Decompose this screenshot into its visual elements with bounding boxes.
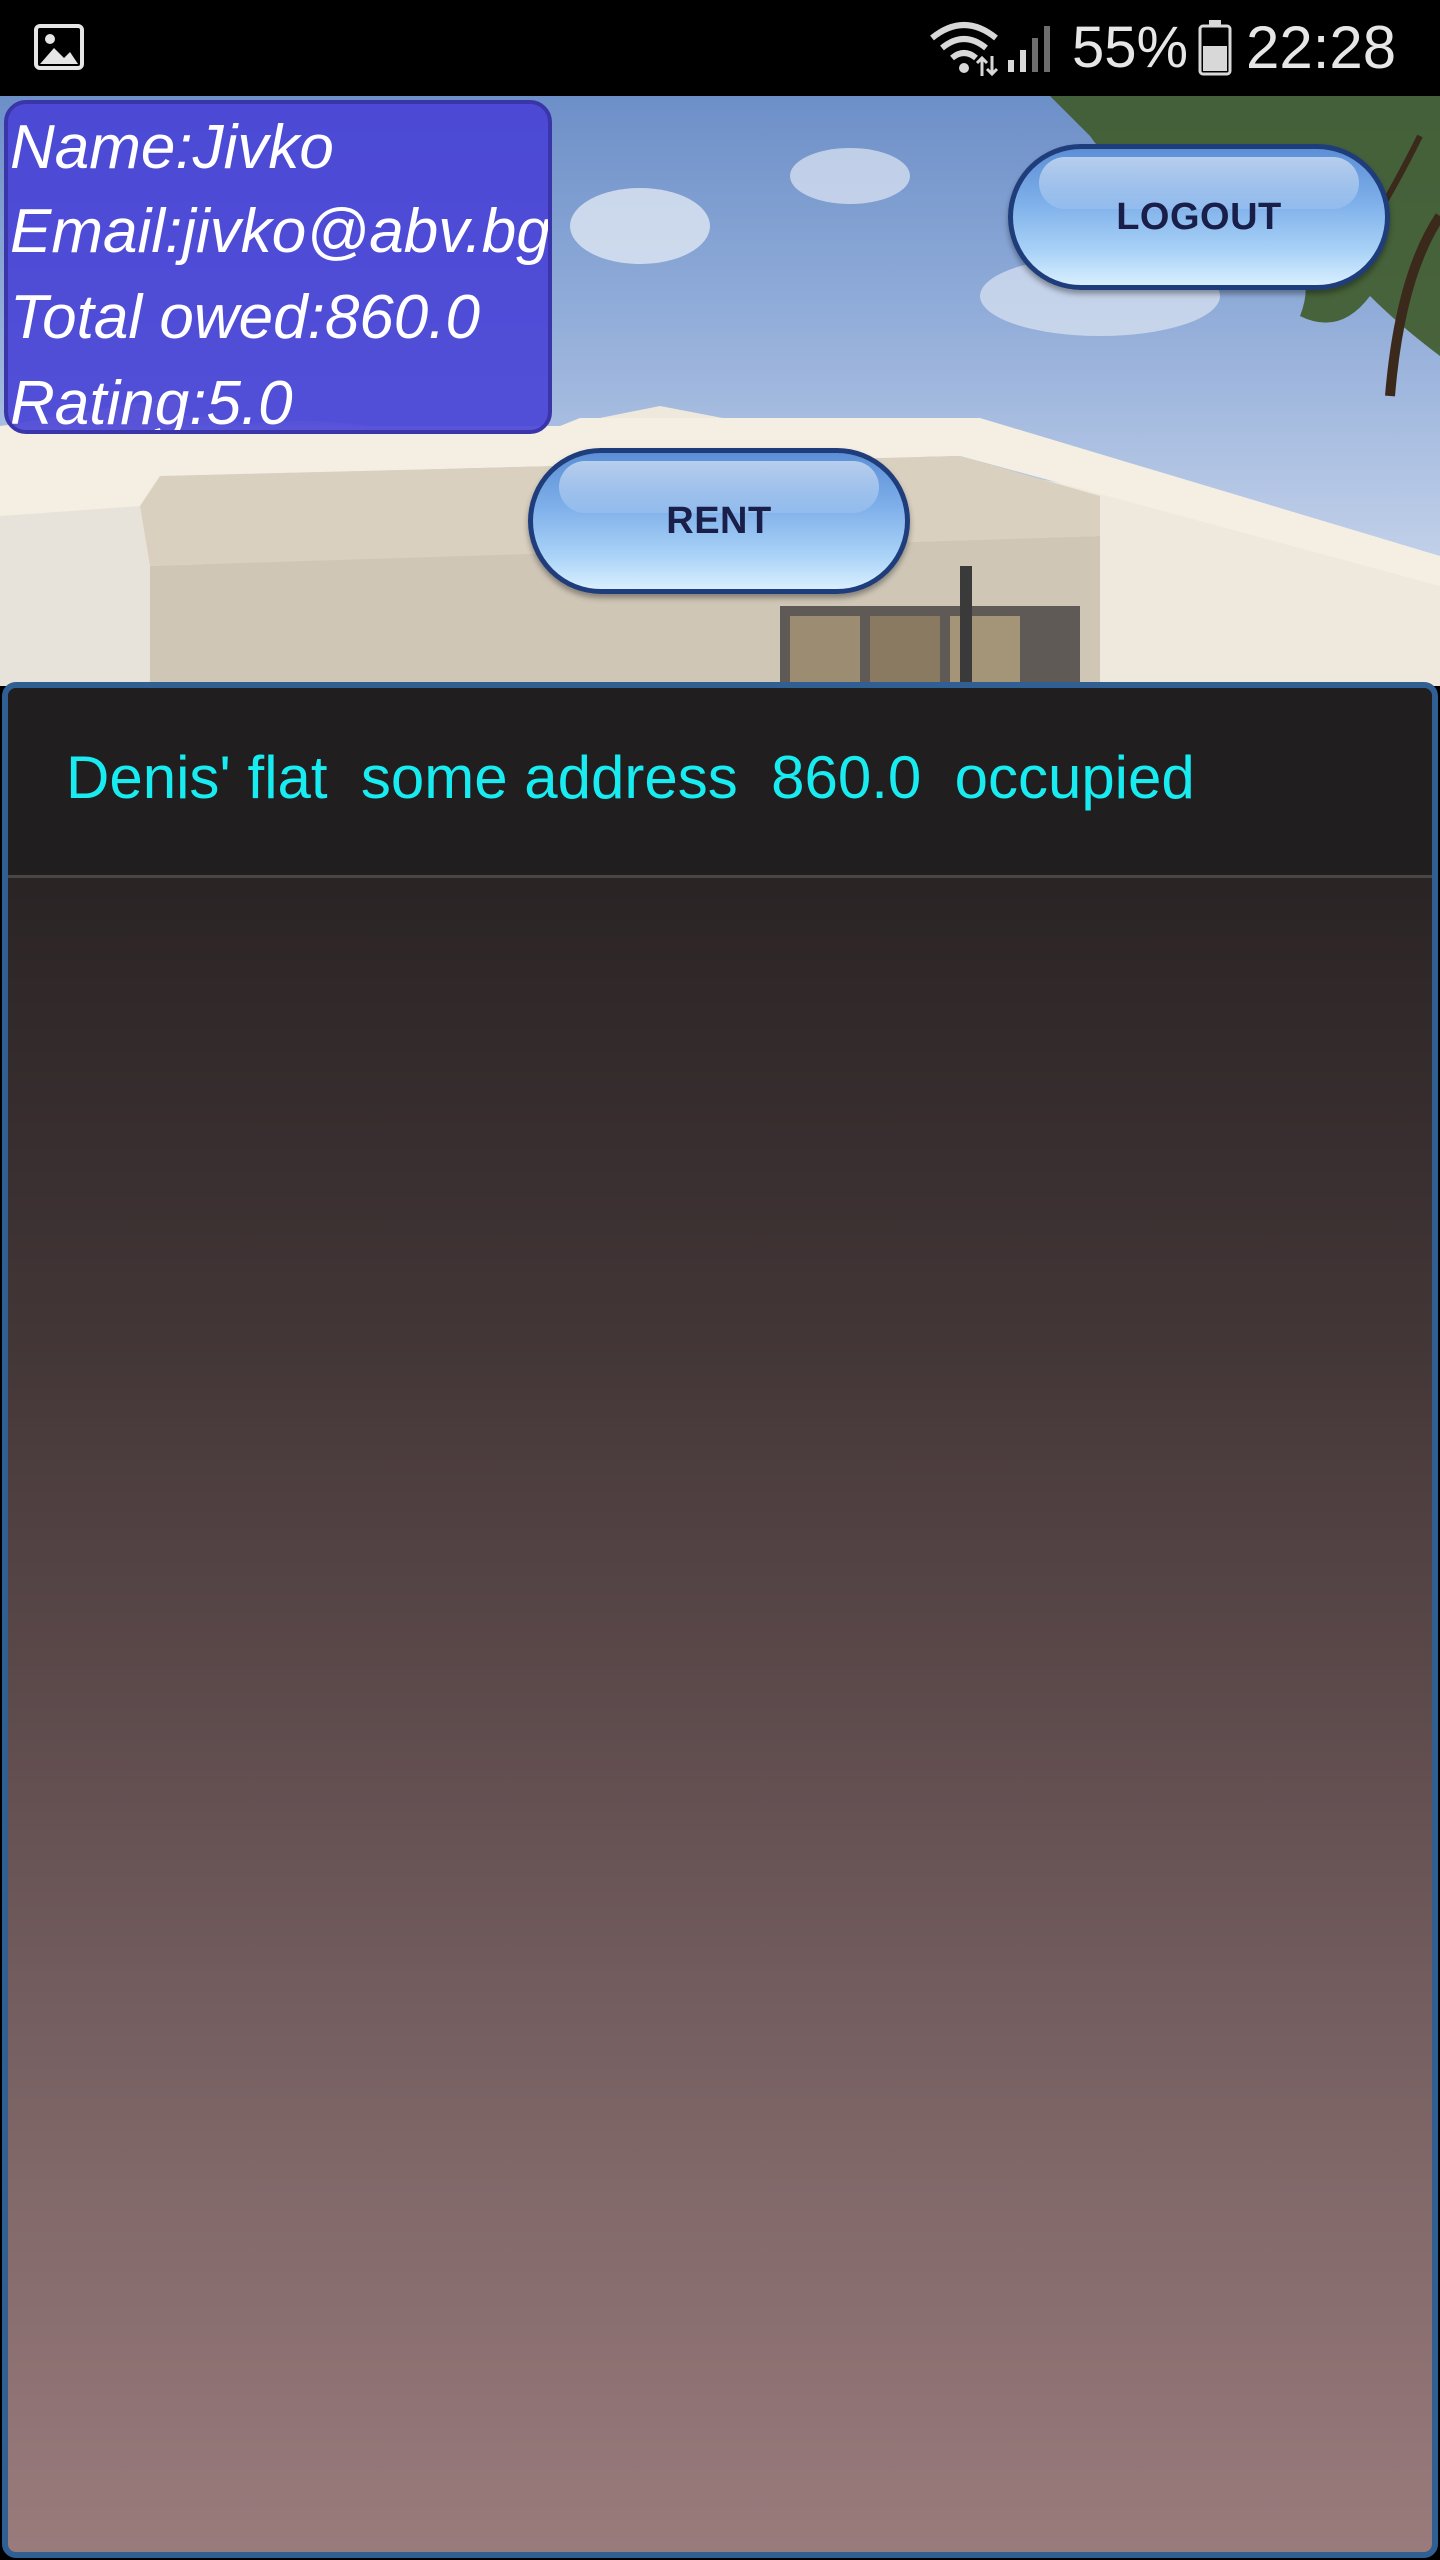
list-item-text: Denis' flat some address 860.0 occupied [66, 744, 1195, 811]
rent-button[interactable]: RENT [528, 448, 910, 594]
wifi-icon [930, 22, 999, 77]
app-screen: 55% 22:28 Name:Jivko Email:jivko@abv.bg … [0, 0, 1440, 2560]
flats-list[interactable]: Denis' flat some address 860.0 occupied [2, 682, 1438, 2558]
battery-percent: 55% [1072, 15, 1189, 80]
user-name: Name:Jivko [10, 113, 334, 182]
battery-icon [1198, 20, 1232, 76]
list-item[interactable]: Denis' flat some address 860.0 occupied [8, 688, 1432, 878]
logout-button-label: LOGOUT [1116, 195, 1282, 238]
rent-button-label: RENT [666, 499, 772, 542]
status-clock: 22:28 [1246, 14, 1397, 81]
status-bar: 55% 22:28 [0, 0, 1440, 96]
gallery-icon [34, 24, 84, 70]
user-rating: Rating:5.0 [10, 369, 293, 434]
user-email: Email:jivko@abv.bg [10, 197, 551, 266]
logout-button[interactable]: LOGOUT [1008, 144, 1390, 290]
signal-icon [1008, 26, 1050, 72]
user-total-owed: Total owed:860.0 [10, 283, 480, 352]
user-info-card: Name:Jivko Email:jivko@abv.bg Total owed… [4, 100, 552, 434]
